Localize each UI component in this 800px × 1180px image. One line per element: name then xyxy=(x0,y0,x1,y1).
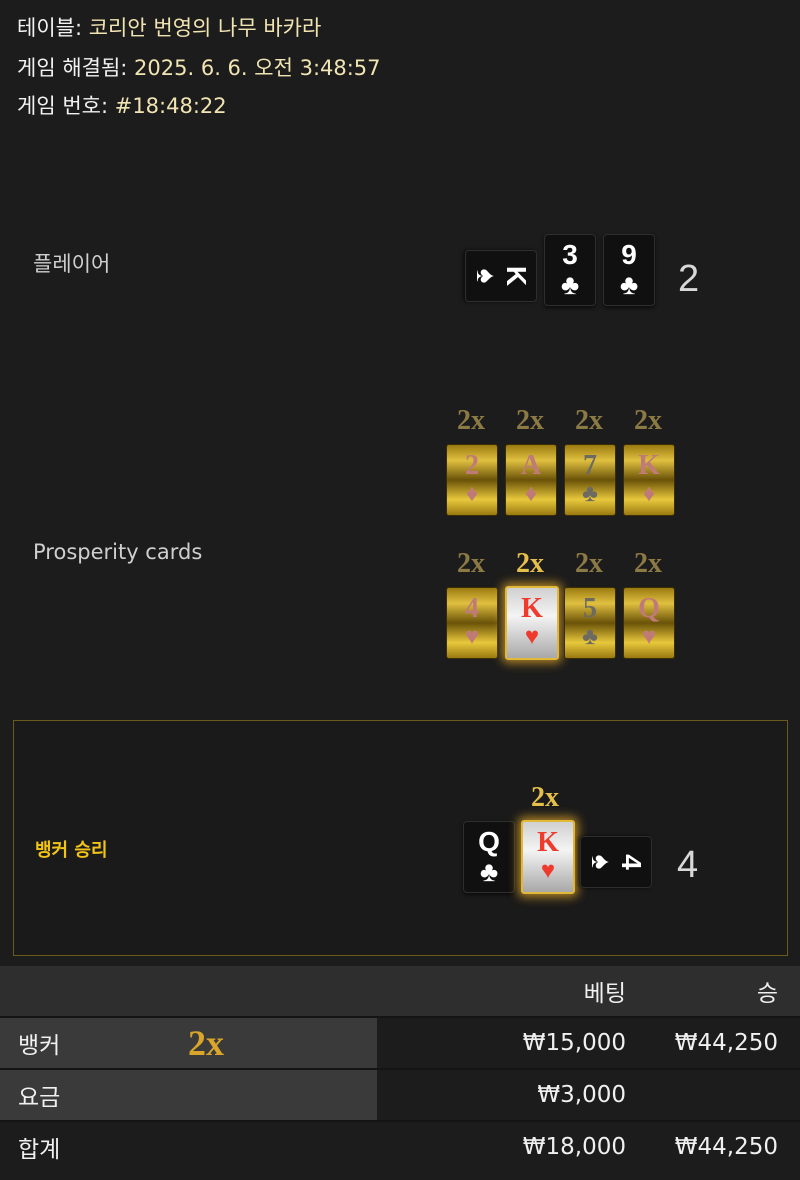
player-card: 3 ♣ xyxy=(544,234,596,306)
table-row: 요금 ₩3,000 xyxy=(0,1068,800,1121)
total-label: 합계 xyxy=(0,1120,377,1172)
player-card: 9 ♣ xyxy=(603,234,655,306)
win-column-header: 승 xyxy=(756,981,778,1007)
bet-amount: ₩15,000 xyxy=(377,1016,630,1069)
prosperity-card: 2 ♦ xyxy=(446,444,498,516)
prosperity-multiplier: 2x xyxy=(457,548,485,579)
game-number-label: 게임 번호: xyxy=(17,94,109,118)
table-label: 테이블: xyxy=(17,16,83,40)
bet-multiplier: 2x xyxy=(188,1023,224,1063)
bet-column-header: 베팅 xyxy=(583,981,626,1007)
prosperity-card: K ♦ xyxy=(623,444,675,516)
bet-label: 요금 xyxy=(0,1068,377,1121)
total-win-amount: ₩44,250 xyxy=(630,1120,800,1172)
prosperity-card: 5 ♣ xyxy=(564,587,616,659)
banker-win-panel xyxy=(13,720,788,956)
prosperity-card-highlighted: K ♥ xyxy=(505,586,559,660)
win-amount xyxy=(630,1068,800,1121)
prosperity-multiplier: 2x xyxy=(575,548,603,579)
game-number: #18:48:22 xyxy=(114,94,227,118)
bet-label-cell: 뱅커 2x xyxy=(0,1016,377,1069)
player-score: 2 xyxy=(678,258,700,300)
prosperity-multiplier-active: 2x xyxy=(516,548,544,579)
prosperity-card: 7 ♣ xyxy=(564,444,616,516)
banker-multiplier: 2x xyxy=(531,782,559,813)
table-row: 뱅커 2x ₩15,000 ₩44,250 xyxy=(0,1016,800,1069)
prosperity-card: A ♦ xyxy=(505,444,557,516)
resolved-time: 2025. 6. 6. 오전 3:48:57 xyxy=(134,56,381,80)
prosperity-label: Prosperity cards xyxy=(33,540,203,564)
total-bet-amount: ₩18,000 xyxy=(377,1120,630,1172)
banker-card: Q ♣ xyxy=(463,821,515,893)
resolved-info: 게임 해결됨: 2025. 6. 6. 오전 3:48:57 xyxy=(17,52,381,82)
banker-win-label: 뱅커 승리 xyxy=(35,840,108,861)
table-info: 테이블: 코리안 번영의 나무 바카라 xyxy=(17,12,321,42)
prosperity-multiplier: 2x xyxy=(457,405,485,436)
banker-card-highlighted: K ♥ xyxy=(521,820,575,894)
banker-score: 4 xyxy=(677,844,699,886)
player-card: K ♠ xyxy=(465,250,537,302)
prosperity-multiplier: 2x xyxy=(575,405,603,436)
prosperity-multiplier: 2x xyxy=(516,405,544,436)
banker-card: 4 ♠ xyxy=(580,836,652,888)
bet-label: 뱅커 xyxy=(18,1033,61,1059)
prosperity-multiplier: 2x xyxy=(634,548,662,579)
table-row-total: 합계 ₩18,000 ₩44,250 xyxy=(0,1120,800,1172)
prosperity-card: Q ♥ xyxy=(623,587,675,659)
bet-amount: ₩3,000 xyxy=(377,1068,630,1121)
player-label: 플레이어 xyxy=(33,252,111,276)
resolved-label: 게임 해결됨: xyxy=(17,56,128,80)
bets-header-row: 베팅 승 xyxy=(0,966,800,1017)
bets-table: 베팅 승 뱅커 2x ₩15,000 ₩44,250 요금 ₩3,000 합계 … xyxy=(0,966,800,1172)
game-number-info: 게임 번호: #18:48:22 xyxy=(17,90,227,120)
prosperity-multiplier: 2x xyxy=(634,405,662,436)
prosperity-card: 4 ♥ xyxy=(446,587,498,659)
table-name: 코리안 번영의 나무 바카라 xyxy=(88,16,322,40)
win-amount: ₩44,250 xyxy=(630,1016,800,1069)
